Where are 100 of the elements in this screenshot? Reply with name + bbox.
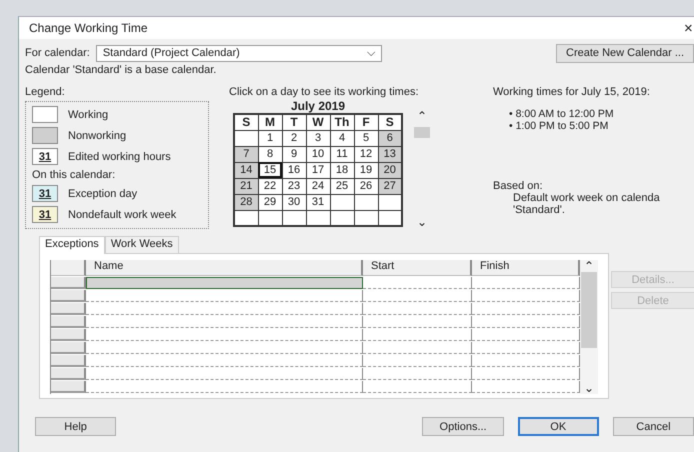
table-cell[interactable]: [472, 368, 580, 380]
table-cell[interactable]: [472, 316, 580, 328]
scroll-up-icon[interactable]: ⌃: [417, 111, 427, 121]
calendar-prompt: Click on a day to see its working times:: [229, 86, 420, 98]
table-cell[interactable]: [472, 277, 580, 289]
table-cell[interactable]: [472, 342, 580, 354]
day-cell[interactable]: 17: [306, 162, 330, 178]
day-cell[interactable]: 6: [378, 130, 402, 146]
table-cell[interactable]: [363, 290, 472, 302]
table-cell[interactable]: [363, 303, 472, 315]
create-calendar-button[interactable]: Create New Calendar ...: [556, 44, 694, 62]
table-cell[interactable]: [472, 355, 580, 367]
day-cell[interactable]: 21: [234, 178, 258, 194]
time-range: • 1:00 PM to 5:00 PM: [509, 120, 610, 132]
day-cell[interactable]: 13: [378, 146, 402, 162]
scroll-down-icon[interactable]: ⌄: [417, 217, 427, 227]
day-cell[interactable]: 12: [354, 146, 378, 162]
day-cell[interactable]: 24: [306, 178, 330, 194]
scroll-up-icon[interactable]: ⌃: [584, 260, 594, 272]
weekday-header: T: [282, 114, 306, 130]
working-swatch: [32, 106, 58, 123]
time-range: • 8:00 AM to 12:00 PM: [509, 108, 615, 120]
window-title: Change Working Time: [29, 21, 148, 35]
day-cell[interactable]: 9: [282, 146, 306, 162]
day-cell[interactable]: 3: [306, 130, 330, 146]
day-cell[interactable]: 25: [330, 178, 354, 194]
scroll-thumb[interactable]: [414, 127, 430, 138]
tab[interactable]: Work Weeks: [104, 236, 179, 253]
day-cell[interactable]: 18: [330, 162, 354, 178]
caret-icon: ⌵: [366, 47, 375, 59]
tab[interactable]: Exceptions: [39, 236, 105, 254]
weekday-header: M: [258, 114, 282, 130]
day-cell[interactable]: 27: [378, 178, 402, 194]
row-header[interactable]: [51, 381, 86, 393]
table-cell[interactable]: [86, 277, 363, 289]
table-cell[interactable]: [363, 342, 472, 354]
table-cell[interactable]: [363, 329, 472, 341]
day-cell[interactable]: 29: [258, 194, 282, 210]
day-cell[interactable]: 1: [258, 130, 282, 146]
scroll-down-icon[interactable]: ⌄: [584, 382, 594, 394]
dialog-button[interactable]: OK: [518, 417, 599, 436]
table-cell[interactable]: [363, 368, 472, 380]
day-cell[interactable]: 2: [282, 130, 306, 146]
scroll-thumb[interactable]: [581, 272, 597, 348]
day-cell[interactable]: 23: [282, 178, 306, 194]
dialog-button[interactable]: Cancel: [612, 417, 694, 436]
table-cell[interactable]: [363, 277, 472, 289]
table-cell[interactable]: [472, 381, 580, 393]
day-cell[interactable]: 5: [354, 130, 378, 146]
legend-label: Nondefault work week: [68, 208, 176, 220]
legend-title: Legend:: [25, 86, 65, 98]
day-cell[interactable]: 4: [330, 130, 354, 146]
table-cell[interactable]: [86, 316, 363, 328]
nonworking-swatch: [32, 127, 58, 144]
day-cell[interactable]: 10: [306, 146, 330, 162]
table-cell[interactable]: [472, 329, 580, 341]
dialog-button[interactable]: Options...: [422, 417, 504, 436]
day-cell[interactable]: 19: [354, 162, 378, 178]
dialog-button[interactable]: Help: [35, 417, 116, 436]
legend-label: Exception day: [68, 188, 138, 200]
table-cell[interactable]: [472, 290, 580, 302]
weekday-header: W: [306, 114, 330, 130]
day-cell[interactable]: 26: [354, 178, 378, 194]
day-cell[interactable]: 28: [234, 194, 258, 210]
table-cell[interactable]: [86, 290, 363, 302]
table-cell[interactable]: [472, 303, 580, 315]
table-cell[interactable]: [86, 329, 363, 341]
day-cell[interactable]: 20: [378, 162, 402, 178]
working-times-title: Working times for July 15, 2019:: [493, 86, 651, 98]
day-cell[interactable]: 7: [234, 146, 258, 162]
day-cell[interactable]: 22: [258, 178, 282, 194]
table-cell[interactable]: [363, 381, 472, 393]
day-cell[interactable]: 11: [330, 146, 354, 162]
row-header[interactable]: [51, 342, 86, 354]
row-header[interactable]: [51, 355, 86, 367]
day-cell[interactable]: 31: [306, 194, 330, 210]
table-cell[interactable]: [86, 355, 363, 367]
calendar-label: For calendar:: [25, 47, 90, 59]
day-cell[interactable]: 16: [282, 162, 306, 178]
table-cell[interactable]: [86, 381, 363, 393]
column-header: Finish: [472, 260, 580, 276]
row-header[interactable]: [51, 368, 86, 380]
row-header[interactable]: [51, 277, 86, 289]
day-cell[interactable]: 8: [258, 146, 282, 162]
calendar-dropdown[interactable]: Standard (Project Calendar) ⌵: [96, 44, 382, 62]
row-header[interactable]: [51, 316, 86, 328]
table-cell[interactable]: [86, 342, 363, 354]
day-cell[interactable]: 15: [258, 162, 282, 178]
table-cell[interactable]: [86, 303, 363, 315]
legend-label: Working: [68, 108, 108, 120]
day-cell[interactable]: 30: [282, 194, 306, 210]
table-cell[interactable]: [363, 355, 472, 367]
table-cell[interactable]: [363, 316, 472, 328]
table-cell[interactable]: [86, 368, 363, 380]
day-cell[interactable]: 14: [234, 162, 258, 178]
close-icon[interactable]: ×: [684, 20, 694, 36]
row-header[interactable]: [51, 329, 86, 341]
row-header[interactable]: [51, 303, 86, 315]
weekday-header: Th: [330, 114, 354, 130]
row-header[interactable]: [51, 290, 86, 302]
